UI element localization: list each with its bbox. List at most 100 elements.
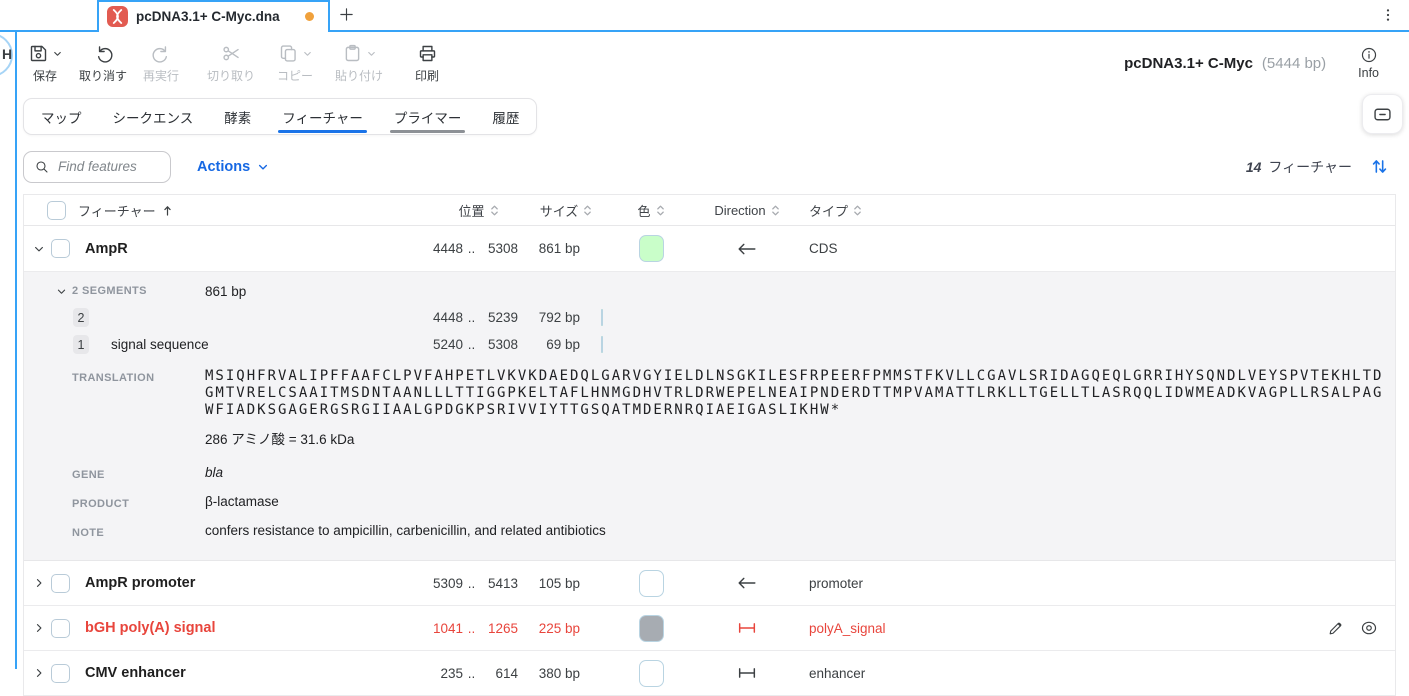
direction-left-icon <box>736 241 758 257</box>
expand-row-chevron[interactable] <box>32 622 46 634</box>
view-tab-strip: マップ シークエンス 酵素 フィーチャー プライマー 履歴 <box>23 98 537 135</box>
select-all-checkbox[interactable] <box>47 201 66 220</box>
expand-row-chevron[interactable] <box>32 577 46 589</box>
feature-size: 861 bp <box>531 241 601 256</box>
save-button[interactable]: 保存 <box>16 42 74 84</box>
sort-order-button[interactable] <box>1370 157 1389 176</box>
scissors-icon <box>221 43 242 64</box>
column-header-color[interactable]: 色 <box>637 201 650 220</box>
translation-label: TRANSLATION <box>72 368 205 387</box>
segment-color-swatch[interactable] <box>601 309 603 326</box>
copy-icon <box>278 43 299 64</box>
feature-row-ampr[interactable]: AmpR 4448..5308 861 bp CDS <box>24 226 1395 272</box>
cut-button[interactable]: 切り取り <box>202 42 260 84</box>
feature-row-cmv-enhancer[interactable]: CMV enhancer 235..614 380 bp enhancer <box>24 651 1395 696</box>
feature-type: CDS <box>793 241 1395 256</box>
clipboard-icon <box>342 43 363 64</box>
chevron-down-icon <box>257 161 269 173</box>
feature-type: enhancer <box>793 666 1395 681</box>
filter-bar: Actions 14 フィーチャー <box>23 150 1389 183</box>
segment-number-badge: 2 <box>73 308 89 327</box>
row-checkbox[interactable] <box>51 664 70 683</box>
new-tab-button[interactable] <box>332 0 360 29</box>
color-swatch[interactable] <box>639 235 664 262</box>
undo-button[interactable]: 取り消す <box>74 42 132 84</box>
row-checkbox[interactable] <box>51 239 70 258</box>
feature-name: bGH poly(A) signal <box>85 620 216 636</box>
sort-unsorted-icon <box>490 204 499 217</box>
segment-color-swatch[interactable] <box>601 336 603 353</box>
sort-unsorted-icon <box>656 204 665 217</box>
note-label: NOTE <box>72 523 205 542</box>
tab-map[interactable]: マップ <box>39 99 84 134</box>
kebab-menu-icon <box>1380 6 1396 24</box>
feature-size: 105 bp <box>531 576 601 591</box>
print-button[interactable]: 印刷 <box>398 42 456 84</box>
paste-button[interactable]: 貼り付け <box>330 42 388 84</box>
color-swatch[interactable] <box>639 660 664 687</box>
redo-button[interactable]: 再実行 <box>132 42 190 84</box>
translation-sequence: MSIQHFRVALIPFFAAFCLPVFAHPETLVKVKDAEDQLGA… <box>205 368 1386 419</box>
visibility-feature-button[interactable] <box>1360 619 1378 637</box>
undo-icon <box>93 43 114 64</box>
sort-arrows-icon <box>1370 157 1389 176</box>
document-tab[interactable]: pcDNA3.1+ C-Myc.dna <box>97 0 330 32</box>
sort-unsorted-icon <box>771 204 780 217</box>
translation-summary: 286 アミノ酸 = 31.6 kDa <box>205 428 354 448</box>
search-input[interactable] <box>58 159 158 174</box>
tab-enzymes[interactable]: 酵素 <box>222 99 253 134</box>
overflow-menu-button[interactable] <box>1375 2 1401 28</box>
tab-primers[interactable]: プライマー <box>392 99 464 134</box>
toolbar: 保存 取り消す 再実行 切り取り コピー 貼り付け <box>0 32 1409 94</box>
document-length: (5444 bp) <box>1262 55 1326 72</box>
actions-dropdown[interactable]: Actions <box>197 159 269 175</box>
search-box[interactable] <box>23 151 171 183</box>
document-title: pcDNA3.1+ C-Myc <box>1124 55 1253 72</box>
info-icon <box>1360 46 1378 64</box>
collapse-panel-icon <box>1372 104 1393 125</box>
column-header-feature[interactable]: フィーチャー <box>78 201 156 220</box>
chevron-right-icon <box>33 577 45 589</box>
search-icon <box>34 159 50 175</box>
table-header-row: フィーチャー 位置 サイズ 色 Direction タイプ <box>24 195 1395 226</box>
plus-icon <box>338 6 355 23</box>
chevron-down-icon <box>52 48 63 59</box>
row-checkbox[interactable] <box>51 574 70 593</box>
save-icon <box>28 43 49 64</box>
segment-name: signal sequence <box>111 337 209 352</box>
feature-row-bgh-polya[interactable]: bGH poly(A) signal 1041..1265 225 bp pol… <box>24 606 1395 651</box>
segments-label: 2 SEGMENTS <box>72 285 205 297</box>
document-tab-title: pcDNA3.1+ C-Myc.dna <box>136 9 280 24</box>
tab-features[interactable]: フィーチャー <box>280 99 365 134</box>
color-swatch[interactable] <box>639 570 664 597</box>
collapse-segments-chevron[interactable] <box>54 286 68 297</box>
printer-icon <box>417 43 438 64</box>
feature-type: promoter <box>793 576 1395 591</box>
sort-unsorted-icon <box>583 204 592 217</box>
collapse-row-chevron[interactable] <box>32 243 46 255</box>
column-header-direction[interactable]: Direction <box>714 203 765 218</box>
tab-history[interactable]: 履歴 <box>490 99 521 134</box>
tab-sequence[interactable]: シークエンス <box>111 99 196 134</box>
row-checkbox[interactable] <box>51 619 70 638</box>
eye-icon <box>1360 619 1378 637</box>
feature-name: CMV enhancer <box>85 665 186 681</box>
segments-size: 861 bp <box>205 284 246 299</box>
feature-row-ampr-promoter[interactable]: AmpR promoter 5309..5413 105 bp promoter <box>24 561 1395 606</box>
column-header-position[interactable]: 位置 <box>458 201 484 220</box>
color-swatch[interactable] <box>639 615 664 642</box>
segment-row[interactable]: 2 4448..5239 792 bp <box>24 304 1395 331</box>
unsaved-changes-indicator <box>305 12 314 21</box>
gene-value: bla <box>205 465 223 480</box>
chevron-down-icon <box>56 286 67 297</box>
chevron-right-icon <box>33 622 45 634</box>
feature-size: 225 bp <box>531 621 601 636</box>
column-header-size[interactable]: サイズ <box>540 201 579 220</box>
info-button[interactable]: Info <box>1358 46 1379 80</box>
ampr-details-panel: 2 SEGMENTS 861 bp 2 4448..5239 792 bp 1 … <box>24 272 1395 561</box>
column-header-type[interactable]: タイプ <box>809 201 848 220</box>
copy-button[interactable]: コピー <box>266 42 324 84</box>
segment-row[interactable]: 1 signal sequence 5240..5308 69 bp <box>24 331 1395 358</box>
collapse-panel-button[interactable] <box>1362 94 1403 134</box>
edit-feature-button[interactable] <box>1327 620 1344 637</box>
